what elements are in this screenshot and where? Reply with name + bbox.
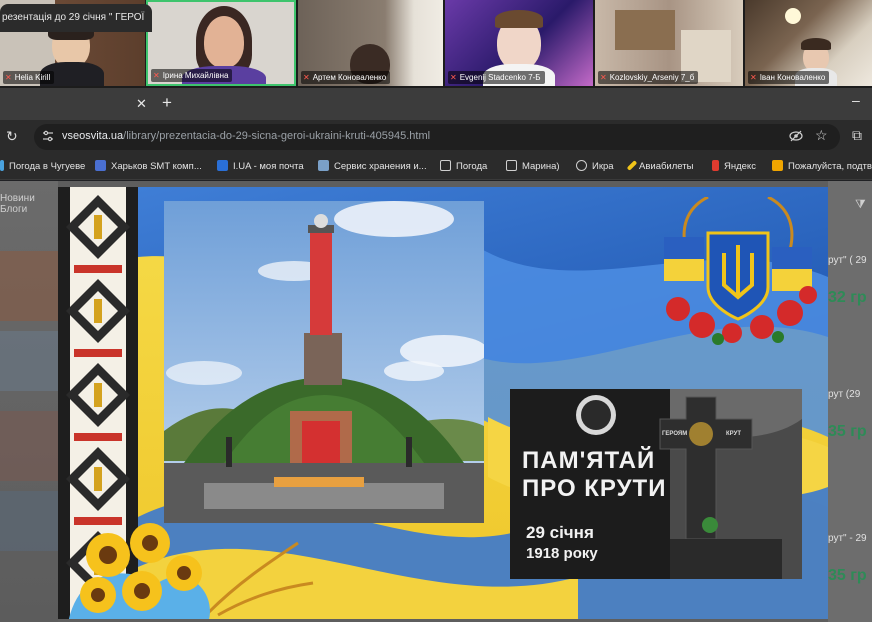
right-sidebar <box>828 181 872 622</box>
bookmark-item[interactable]: Авиабилеты <box>626 160 693 173</box>
cross-inscription-left: ГЕРОЯМ <box>662 431 688 437</box>
item-title[interactable]: рут" - 29 <box>828 533 867 544</box>
thumbnail[interactable] <box>0 251 58 321</box>
kruty-poster: ГЕРОЯМ КРУТ ПАМ'ЯТАЙ ПРО КРУТИ 29 січня … <box>510 389 802 579</box>
url-path: /library/prezentacia-do-29-sicna-geroi-u… <box>123 130 431 142</box>
thumbnail[interactable] <box>0 411 58 481</box>
smt-icon <box>95 160 106 171</box>
eye-slash-icon[interactable] <box>789 130 803 142</box>
weather-icon <box>0 160 4 171</box>
poster-date: 29 січня <box>526 523 594 542</box>
browser-tab-bar <box>0 88 872 120</box>
memorial-illustration <box>164 201 484 523</box>
poster-year: 1918 року <box>526 545 598 562</box>
muted-mic-icon: ✕ <box>153 71 160 80</box>
memorial-photo <box>164 201 484 523</box>
bookmark-item[interactable]: Погода <box>440 160 487 173</box>
thumbnail[interactable] <box>0 491 58 551</box>
bookmark-icon <box>772 160 783 171</box>
tab-active[interactable]: резентація до 29 січня " ГЕРОЇ <box>0 4 152 32</box>
bookmark-item[interactable]: I.UA - моя почта <box>217 160 304 173</box>
muted-mic-icon: ✕ <box>450 73 457 82</box>
bookmark-item[interactable]: Икра <box>576 160 614 173</box>
bookmark-item[interactable]: Марина) <box>506 160 560 173</box>
participant-tile[interactable]: ✕ Іван Коноваленко <box>745 0 872 86</box>
participant-name: ✕ Kozlovskiy_Arseniy 7_б <box>598 71 699 84</box>
item-title[interactable]: рут" ( 29 <box>828 255 867 266</box>
folder-icon <box>506 160 517 171</box>
bookmark-item[interactable]: Пожалуйста, подтв <box>772 160 872 173</box>
site-settings-icon[interactable] <box>42 130 54 142</box>
muted-mic-icon: ✕ <box>750 73 757 82</box>
url-text[interactable]: vseosvita.ua/library/prezentacia-do-29-s… <box>62 130 430 142</box>
url-domain: vseosvita.ua <box>62 130 124 142</box>
new-tab-icon[interactable]: + <box>162 93 172 113</box>
muted-mic-icon: ✕ <box>303 73 310 82</box>
bookmark-star-icon[interactable]: ☆ <box>815 127 828 144</box>
globe-icon <box>576 160 587 171</box>
left-sidebar: Новини Блоги <box>0 181 58 622</box>
item-price: 35 гр <box>828 423 867 440</box>
bookmark-item[interactable]: Яндекс <box>712 160 756 173</box>
presentation-slide: ГЕРОЯМ КРУТ ПАМ'ЯТАЙ ПРО КРУТИ 29 січня … <box>58 187 828 619</box>
page-content: Новини Блоги ⧩ рут" ( 29 32 гр рут (29 35… <box>0 181 872 622</box>
item-price: 35 гр <box>828 567 867 584</box>
tab-title: резентація до 29 січня " ГЕРОЇ <box>2 12 145 23</box>
muted-mic-icon: ✕ <box>5 73 12 82</box>
participant-name: ✕ Артем Коноваленко <box>301 71 391 84</box>
thumbnail[interactable] <box>0 331 58 391</box>
close-tab-icon[interactable]: ✕ <box>136 96 147 112</box>
participant-tile[interactable]: ✕ Evgenij Stadcenko 7-Б <box>445 0 593 86</box>
sunflowers-decoration <box>69 523 314 619</box>
coat-of-arms-emblem <box>664 197 817 345</box>
storage-icon <box>318 160 329 171</box>
participant-name: ✕ Іван Коноваленко <box>748 71 830 84</box>
cross-inscription-right: КРУТ <box>726 431 741 437</box>
minimize-window-icon[interactable]: – <box>852 92 860 108</box>
filter-icon[interactable]: ⧩ <box>855 197 866 212</box>
bookmark-item[interactable]: Харьков SMT комп... <box>95 160 202 173</box>
item-price: 32 гр <box>828 289 867 306</box>
muted-mic-icon: ✕ <box>600 73 607 82</box>
folder-icon <box>440 160 451 171</box>
participant-name: ✕ Helia Kirill <box>3 71 55 84</box>
yandex-icon <box>712 160 719 171</box>
reload-icon[interactable]: ↻ <box>6 128 18 145</box>
left-nav[interactable]: Новини Блоги <box>0 193 35 215</box>
mail-icon <box>217 160 228 171</box>
participant-name: ✕ Ірина Михайлівна <box>151 69 233 82</box>
participant-name: ✕ Evgenij Stadcenko 7-Б <box>448 71 545 84</box>
extensions-icon[interactable]: ⧉ <box>852 127 862 144</box>
poster-title-line1: ПАМ'ЯТАЙ <box>522 447 656 474</box>
participant-tile[interactable]: ✕ Kozlovskiy_Arseniy 7_б <box>595 0 743 86</box>
bookmark-item[interactable]: Сервис хранения и... <box>318 160 427 173</box>
item-title[interactable]: рут (29 <box>828 389 860 400</box>
participant-tile-active[interactable]: ✕ Ірина Михайлівна <box>146 0 296 86</box>
participant-tile[interactable]: ✕ Артем Коноваленко <box>298 0 443 86</box>
poster-title-line2: ПРО КРУТИ <box>522 475 667 502</box>
bookmark-item[interactable]: Погода в Чугуеве <box>0 160 85 173</box>
